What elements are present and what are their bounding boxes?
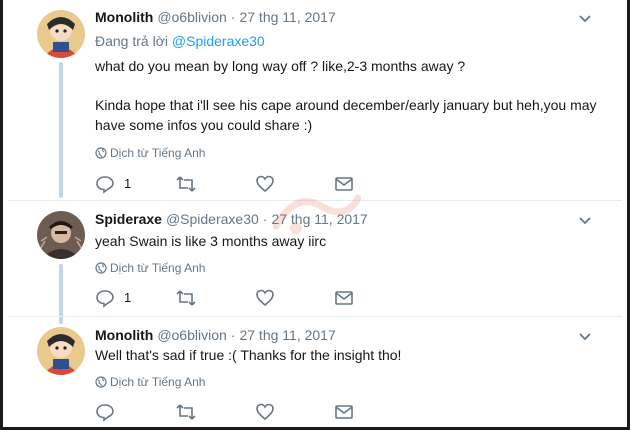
- tweet-text: what do you mean by long way off ? like,…: [95, 58, 466, 74]
- user-handle[interactable]: @o6blivion: [157, 9, 226, 25]
- separator: ·: [230, 9, 236, 25]
- timestamp[interactable]: 27 thg 11, 2017: [239, 9, 335, 25]
- translate-link[interactable]: Dịch từ Tiếng Anh: [95, 261, 205, 275]
- globe-icon: [95, 147, 107, 159]
- envelope-icon: [335, 405, 353, 419]
- envelope-icon: [335, 291, 353, 305]
- anime-character-avatar: [37, 10, 85, 58]
- dm-button[interactable]: [334, 402, 354, 422]
- display-name[interactable]: Monolith: [95, 9, 153, 25]
- chevron-down-icon[interactable]: [578, 332, 592, 342]
- avatar[interactable]: [37, 211, 85, 259]
- reply-button[interactable]: 1: [95, 288, 131, 308]
- tweet[interactable]: Monolith @o6blivion · 27 thg 11, 2017 Đang …: [0, 0, 630, 200]
- timestamp[interactable]: 27 thg 11, 2017: [239, 327, 335, 343]
- retweet-icon: [176, 176, 196, 192]
- tweet-text: Well that's sad if true :( Thanks for th…: [95, 347, 402, 363]
- chevron-down-icon[interactable]: [578, 216, 592, 226]
- chevron-down-icon[interactable]: [578, 14, 592, 24]
- tweet-header: Monolith @o6blivion · 27 thg 11, 2017: [95, 8, 336, 26]
- retweet-button[interactable]: [175, 174, 197, 194]
- translate-label: Dịch từ Tiếng Anh: [110, 261, 206, 275]
- replying-to: Đang trả lời @Spideraxe30: [95, 32, 265, 50]
- retweet-button[interactable]: [175, 288, 197, 308]
- retweet-icon: [176, 290, 196, 306]
- display-name[interactable]: Spideraxe: [95, 211, 162, 227]
- reply-icon: [96, 290, 114, 308]
- heart-icon: [256, 289, 274, 307]
- display-name[interactable]: Monolith: [95, 327, 153, 343]
- user-handle[interactable]: @Spideraxe30: [166, 211, 259, 227]
- like-button[interactable]: [255, 288, 275, 308]
- globe-icon: [95, 262, 107, 274]
- tweet-header: Monolith @o6blivion · 27 thg 11, 2017: [95, 326, 336, 344]
- spider-character-avatar: [37, 211, 85, 259]
- watermark: [272, 194, 362, 234]
- tweet[interactable]: Monolith @o6blivion · 27 thg 11, 2017 Well …: [0, 317, 630, 427]
- dm-button[interactable]: [334, 288, 354, 308]
- translate-label: Dịch từ Tiếng Anh: [110, 146, 206, 160]
- user-handle[interactable]: @o6blivion: [157, 327, 226, 343]
- replying-label: Đang trả lời: [95, 33, 172, 49]
- tweet-text: have some infos you could share :): [95, 117, 313, 133]
- mention-link[interactable]: @Spideraxe30: [172, 33, 265, 49]
- separator: ·: [230, 327, 236, 343]
- globe-icon: [95, 376, 107, 388]
- reply-icon: [96, 404, 114, 422]
- retweet-button[interactable]: [175, 402, 197, 422]
- retweet-icon: [176, 404, 196, 420]
- heart-icon: [256, 403, 274, 421]
- reply-button[interactable]: [95, 402, 115, 422]
- reply-count: 1: [124, 290, 132, 305]
- translate-label: Dịch từ Tiếng Anh: [110, 375, 206, 389]
- translate-link[interactable]: Dịch từ Tiếng Anh: [95, 375, 205, 389]
- reply-icon: [96, 176, 114, 194]
- reply-count: 1: [124, 176, 132, 191]
- tweet-text: Kinda hope that i'll see his cape around…: [95, 97, 597, 113]
- reply-button[interactable]: 1: [95, 174, 131, 194]
- translate-link[interactable]: Dịch từ Tiếng Anh: [95, 146, 205, 160]
- avatar[interactable]: [37, 10, 85, 58]
- like-button[interactable]: [255, 402, 275, 422]
- avatar[interactable]: [37, 327, 85, 375]
- anime-character-avatar: [37, 327, 85, 375]
